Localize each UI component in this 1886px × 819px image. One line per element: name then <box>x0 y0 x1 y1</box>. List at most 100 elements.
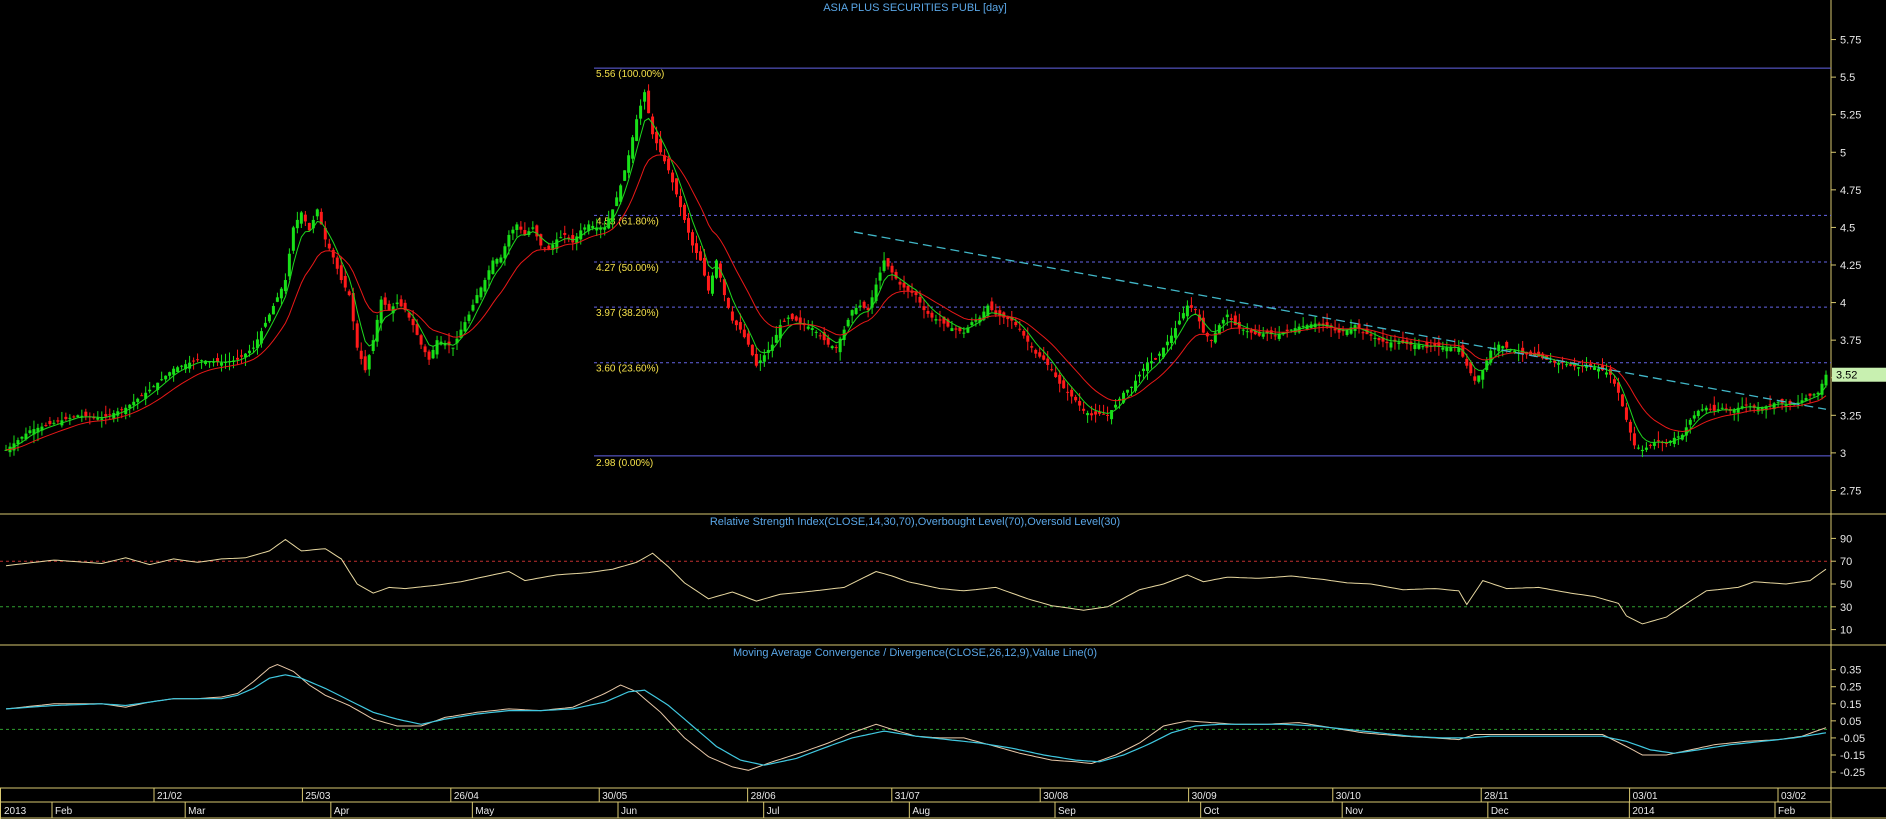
candle-body <box>738 322 742 330</box>
candle-body <box>906 285 910 291</box>
candle-body <box>68 417 72 419</box>
candle-body <box>858 305 862 308</box>
candle-body <box>938 319 942 321</box>
candle-body <box>28 430 32 434</box>
candle-body <box>683 204 687 220</box>
candle-body <box>930 312 934 318</box>
candle-body <box>810 328 814 330</box>
candle-body <box>1632 433 1636 446</box>
rsi-tick-label: 50 <box>1840 579 1852 591</box>
candle-body <box>854 307 858 314</box>
candle-body <box>1301 325 1305 327</box>
candle-body <box>647 90 651 114</box>
candle-body <box>1285 329 1289 332</box>
candle-body <box>1074 396 1078 401</box>
candle-body <box>1289 329 1293 331</box>
price-panel-title: ASIA PLUS SECURITIES PUBL [day] <box>823 2 1007 14</box>
candle-body <box>1656 440 1660 442</box>
candle-body <box>56 420 60 422</box>
candle-body <box>631 137 635 159</box>
candle-body <box>774 334 778 343</box>
candle-body <box>160 379 164 381</box>
candle-body <box>902 282 906 288</box>
candle-body <box>754 353 758 366</box>
price-tick-label: 5.5 <box>1840 72 1855 84</box>
candle-body <box>1597 368 1600 372</box>
price-tick-label: 4.75 <box>1840 185 1861 197</box>
candle-body <box>878 272 882 281</box>
candle-body <box>922 306 926 311</box>
candle-body <box>1712 404 1716 411</box>
rsi-tick-label: 90 <box>1840 533 1852 545</box>
candle-body <box>1700 409 1704 411</box>
fib-level-label: 3.60 (23.60%) <box>596 364 659 375</box>
candle-body <box>72 416 76 418</box>
candle-body <box>84 411 88 417</box>
candle-body <box>834 347 838 349</box>
month-label: Apr <box>334 806 350 817</box>
candle-body <box>1157 353 1161 356</box>
macd-tick-label: -0.25 <box>1840 767 1865 779</box>
candle-body <box>343 276 347 288</box>
candle-body <box>140 395 144 397</box>
candle-body <box>387 303 391 311</box>
candle-body <box>283 280 287 292</box>
fib-level-label: 4.27 (50.00%) <box>596 263 659 274</box>
candle-body <box>762 355 766 362</box>
candle-body <box>1189 305 1193 308</box>
candle-body <box>1261 334 1265 337</box>
candle-body <box>1249 329 1253 333</box>
candle-body <box>1640 449 1644 452</box>
candle-body <box>1593 367 1597 370</box>
candle-body <box>1153 358 1157 360</box>
candle-body <box>291 227 295 251</box>
candle-body <box>1473 376 1477 381</box>
candle-body <box>1628 421 1632 433</box>
candle-body <box>347 291 351 296</box>
candle-body <box>1026 335 1030 342</box>
candle-body <box>511 229 515 234</box>
candle-body <box>1776 401 1780 403</box>
candle-body <box>1361 332 1365 334</box>
candle-body <box>104 414 108 417</box>
candle-body <box>1812 394 1816 396</box>
candle-body <box>168 372 172 376</box>
candle-body <box>1345 329 1349 335</box>
month-label: Oct <box>1204 806 1220 817</box>
candle-body <box>415 324 419 335</box>
macd-tick-label: -0.05 <box>1840 733 1865 745</box>
candle-body <box>431 349 435 359</box>
candle-body <box>299 212 303 224</box>
candle-body <box>287 253 291 277</box>
candle-body <box>1058 374 1062 384</box>
candle-body <box>1377 338 1381 341</box>
fib-level-label: 4.58 (61.80%) <box>596 216 659 227</box>
candle-body <box>1169 335 1173 344</box>
candle-body <box>1441 347 1445 350</box>
candle-body <box>643 92 647 102</box>
candle-body <box>303 214 307 222</box>
candle-body <box>990 301 994 311</box>
candle-body <box>1014 321 1018 326</box>
candle-body <box>1688 419 1692 425</box>
candle-body <box>1094 411 1098 415</box>
candle-body <box>419 335 423 345</box>
candle-body <box>164 375 168 380</box>
candle-body <box>367 355 371 370</box>
date-label: 25/03 <box>305 791 330 802</box>
candle-body <box>830 346 834 349</box>
macd-tick-label: -0.15 <box>1840 750 1865 762</box>
candle-body <box>1744 404 1748 406</box>
candle-body <box>591 225 595 229</box>
candle-body <box>295 219 299 229</box>
candle-body <box>1708 408 1712 410</box>
candle-body <box>1181 313 1185 319</box>
candle-body <box>627 155 631 173</box>
candle-body <box>750 344 754 356</box>
candle-body <box>44 425 48 427</box>
candle-body <box>132 401 136 406</box>
candle-body <box>503 246 507 259</box>
candle-body <box>1221 319 1225 324</box>
candle-body <box>1209 339 1213 341</box>
candle-body <box>1273 335 1277 337</box>
